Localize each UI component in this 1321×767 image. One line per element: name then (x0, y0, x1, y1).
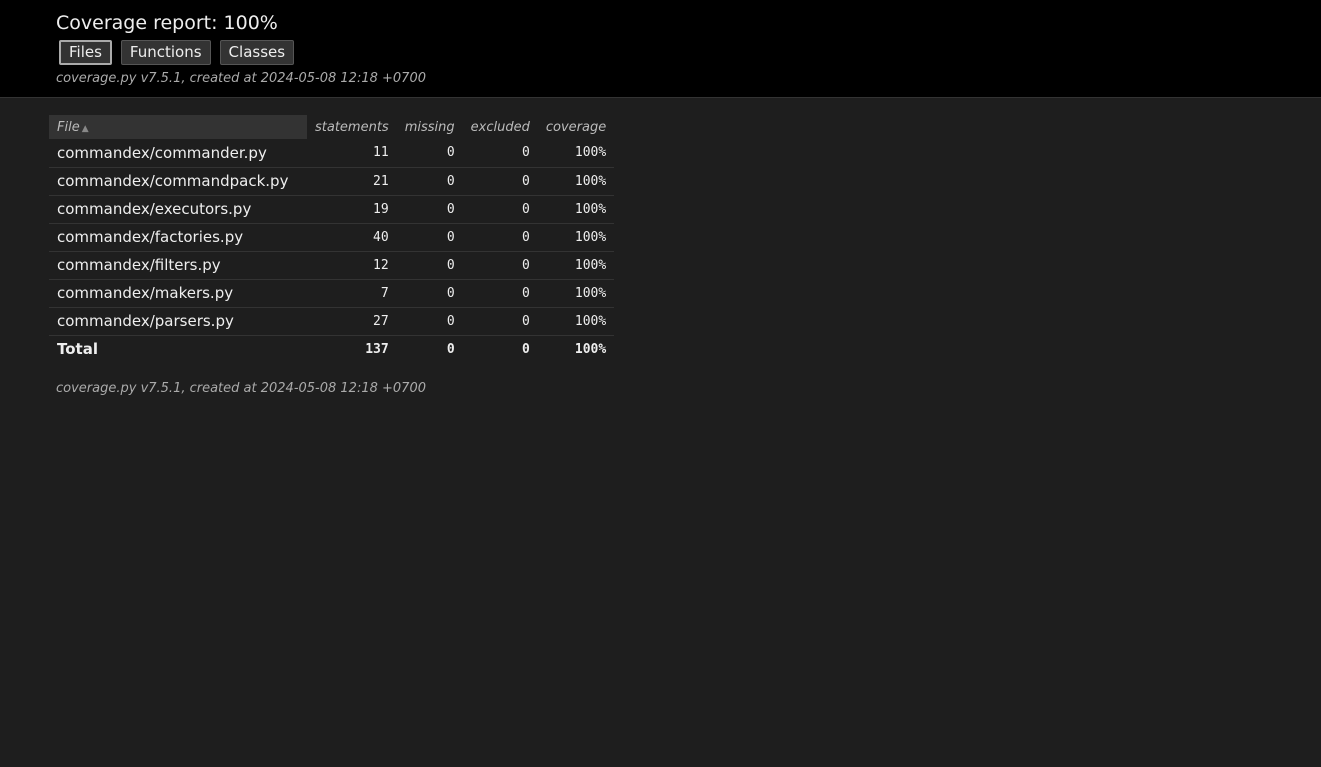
excluded-cell: 0 (462, 195, 538, 224)
coverage-cell: 100% (537, 139, 615, 168)
coverage-cell: 100% (537, 223, 615, 252)
total-excluded: 0 (522, 341, 530, 357)
total-coverage: 100% (574, 341, 607, 357)
table-row: commandex/makers.py 7 0 0 100% (49, 279, 615, 308)
statements-cell: 40 (307, 223, 397, 252)
table-row: commandex/commandpack.py 21 0 0 100% (49, 167, 615, 196)
table-row: commandex/factories.py 40 0 0 100% (49, 223, 615, 252)
table-row: commandex/commander.py 11 0 0 100% (49, 139, 615, 168)
coverage-cell: 100% (537, 167, 615, 196)
created-info: coverage.py v7.5.1, created at 2024-05-0… (56, 71, 426, 86)
functions-tab-button[interactable]: Functions (120, 40, 211, 65)
missing-cell: 0 (396, 307, 463, 336)
excluded-cell: 0 (462, 223, 538, 252)
missing-cell: 0 (396, 279, 463, 308)
excluded-cell: 0 (462, 251, 538, 280)
file-column-header[interactable]: File ▲ (49, 115, 307, 139)
file-cell: commandex/commander.py (49, 139, 307, 168)
missing-cell: 0 (396, 167, 463, 196)
footer-created-info: coverage.py v7.5.1, created at 2024-05-0… (56, 381, 426, 396)
file-cell: commandex/factories.py (49, 223, 307, 252)
file-cell: commandex/filters.py (49, 251, 307, 280)
file-link[interactable]: commandex/filters.py (57, 256, 221, 274)
total-label: Total (57, 340, 98, 359)
statements-cell: 27 (307, 307, 397, 336)
excluded-cell: 0 (462, 307, 538, 336)
file-link[interactable]: commandex/commandpack.py (57, 172, 288, 190)
report-header: Coverage report: 100% Files Functions Cl… (0, 0, 1321, 98)
missing-column-header[interactable]: missing (397, 115, 463, 139)
files-tab-button[interactable]: Files (59, 40, 112, 65)
file-cell: commandex/makers.py (49, 279, 307, 308)
statements-column-header[interactable]: statements (307, 115, 397, 139)
missing-cell: 0 (396, 195, 463, 224)
file-cell: commandex/commandpack.py (49, 167, 307, 196)
excluded-cell: 0 (462, 279, 538, 308)
statements-cell: 11 (307, 139, 397, 168)
missing-cell: 0 (396, 251, 463, 280)
statements-cell: 7 (307, 279, 397, 308)
file-cell: commandex/parsers.py (49, 307, 307, 336)
file-link[interactable]: commandex/parsers.py (57, 312, 234, 330)
excluded-column-header[interactable]: excluded (463, 115, 538, 139)
coverage-cell: 100% (537, 195, 615, 224)
view-tabs: Files Functions Classes (59, 40, 295, 65)
file-link[interactable]: commandex/commander.py (57, 144, 267, 162)
statements-cell: 12 (307, 251, 397, 280)
table-row: commandex/parsers.py 27 0 0 100% (49, 307, 615, 336)
coverage-column-header[interactable]: coverage (538, 115, 614, 139)
coverage-cell: 100% (537, 279, 615, 308)
file-cell: commandex/executors.py (49, 195, 307, 224)
table-row: commandex/filters.py 12 0 0 100% (49, 251, 615, 280)
total-row: Total 137 0 0 100% (49, 335, 614, 363)
coverage-table: File ▲ statements missing excluded covera… (49, 115, 615, 363)
missing-cell: 0 (396, 223, 463, 252)
statements-cell: 21 (307, 167, 397, 196)
file-link[interactable]: commandex/factories.py (57, 228, 243, 246)
excluded-cell: 0 (462, 167, 538, 196)
sort-ascending-icon: ▲ (81, 123, 89, 134)
total-missing: 0 (446, 341, 455, 357)
excluded-cell: 0 (462, 139, 538, 168)
table-header-row: File ▲ statements missing excluded covera… (49, 115, 614, 139)
table-row: commandex/executors.py 19 0 0 100% (49, 195, 615, 224)
classes-tab-button[interactable]: Classes (219, 40, 295, 65)
file-link[interactable]: commandex/executors.py (57, 200, 251, 218)
page-title: Coverage report: 100% (56, 12, 278, 34)
total-statements: 137 (365, 341, 389, 357)
missing-cell: 0 (396, 139, 463, 168)
coverage-cell: 100% (537, 251, 615, 280)
statements-cell: 19 (307, 195, 397, 224)
file-column-label: File (57, 119, 80, 135)
file-link[interactable]: commandex/makers.py (57, 284, 233, 302)
coverage-cell: 100% (537, 307, 615, 336)
